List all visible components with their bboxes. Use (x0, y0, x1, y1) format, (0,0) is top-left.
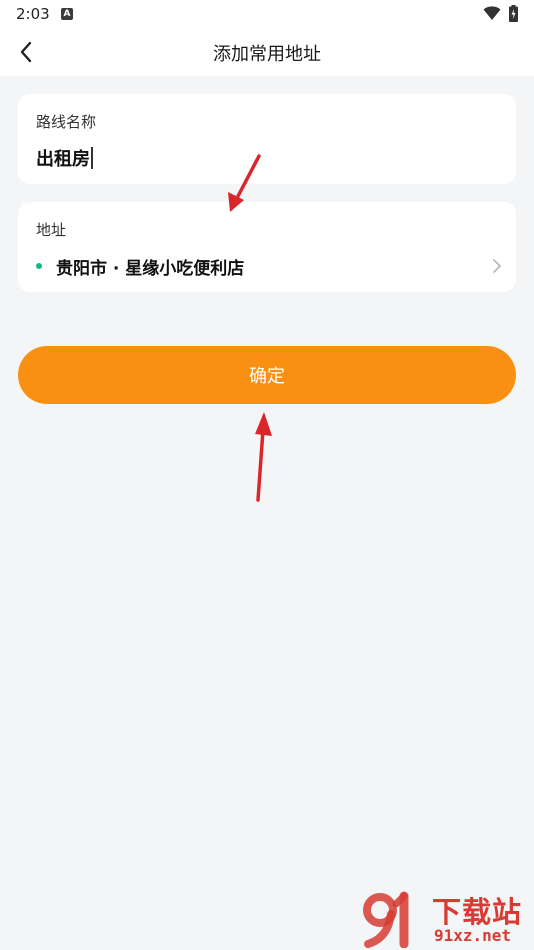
address-label: 地址 (36, 221, 67, 239)
route-name-label: 路线名称 (36, 113, 97, 131)
watermark-logo-icon (363, 891, 409, 948)
status-bar: 2:03 A (0, 0, 534, 28)
watermark-url: 91xz.net (434, 926, 512, 945)
confirm-button[interactable]: 确定 (18, 346, 516, 404)
route-name-input[interactable]: 出租房 (36, 144, 498, 172)
route-name-value: 出租房 (36, 149, 90, 170)
address-card: 地址 贵阳市 · 星缘小吃便利店 (18, 202, 516, 292)
annotation-arrow-icon (255, 412, 272, 502)
app-header: 添加常用地址 (0, 28, 534, 76)
location-dot-icon (36, 263, 42, 269)
address-selector[interactable]: 贵阳市 · 星缘小吃便利店 (36, 254, 502, 279)
watermark-title: 下载站 (432, 895, 523, 929)
battery-charging-icon (509, 5, 518, 22)
chevron-right-icon (493, 259, 501, 273)
screen: 2:03 A 添加常用地址 路线名称 出租房 地址 贵阳市 · 星缘小吃便利店 … (0, 0, 534, 950)
route-name-card: 路线名称 出租房 (18, 94, 516, 184)
status-time: 2:03 (16, 5, 50, 23)
a-notification-icon: A (61, 8, 73, 20)
wifi-icon (483, 6, 501, 20)
page-title: 添加常用地址 (213, 44, 321, 65)
text-caret (91, 147, 93, 169)
address-value: 贵阳市 · 星缘小吃便利店 (56, 258, 245, 279)
